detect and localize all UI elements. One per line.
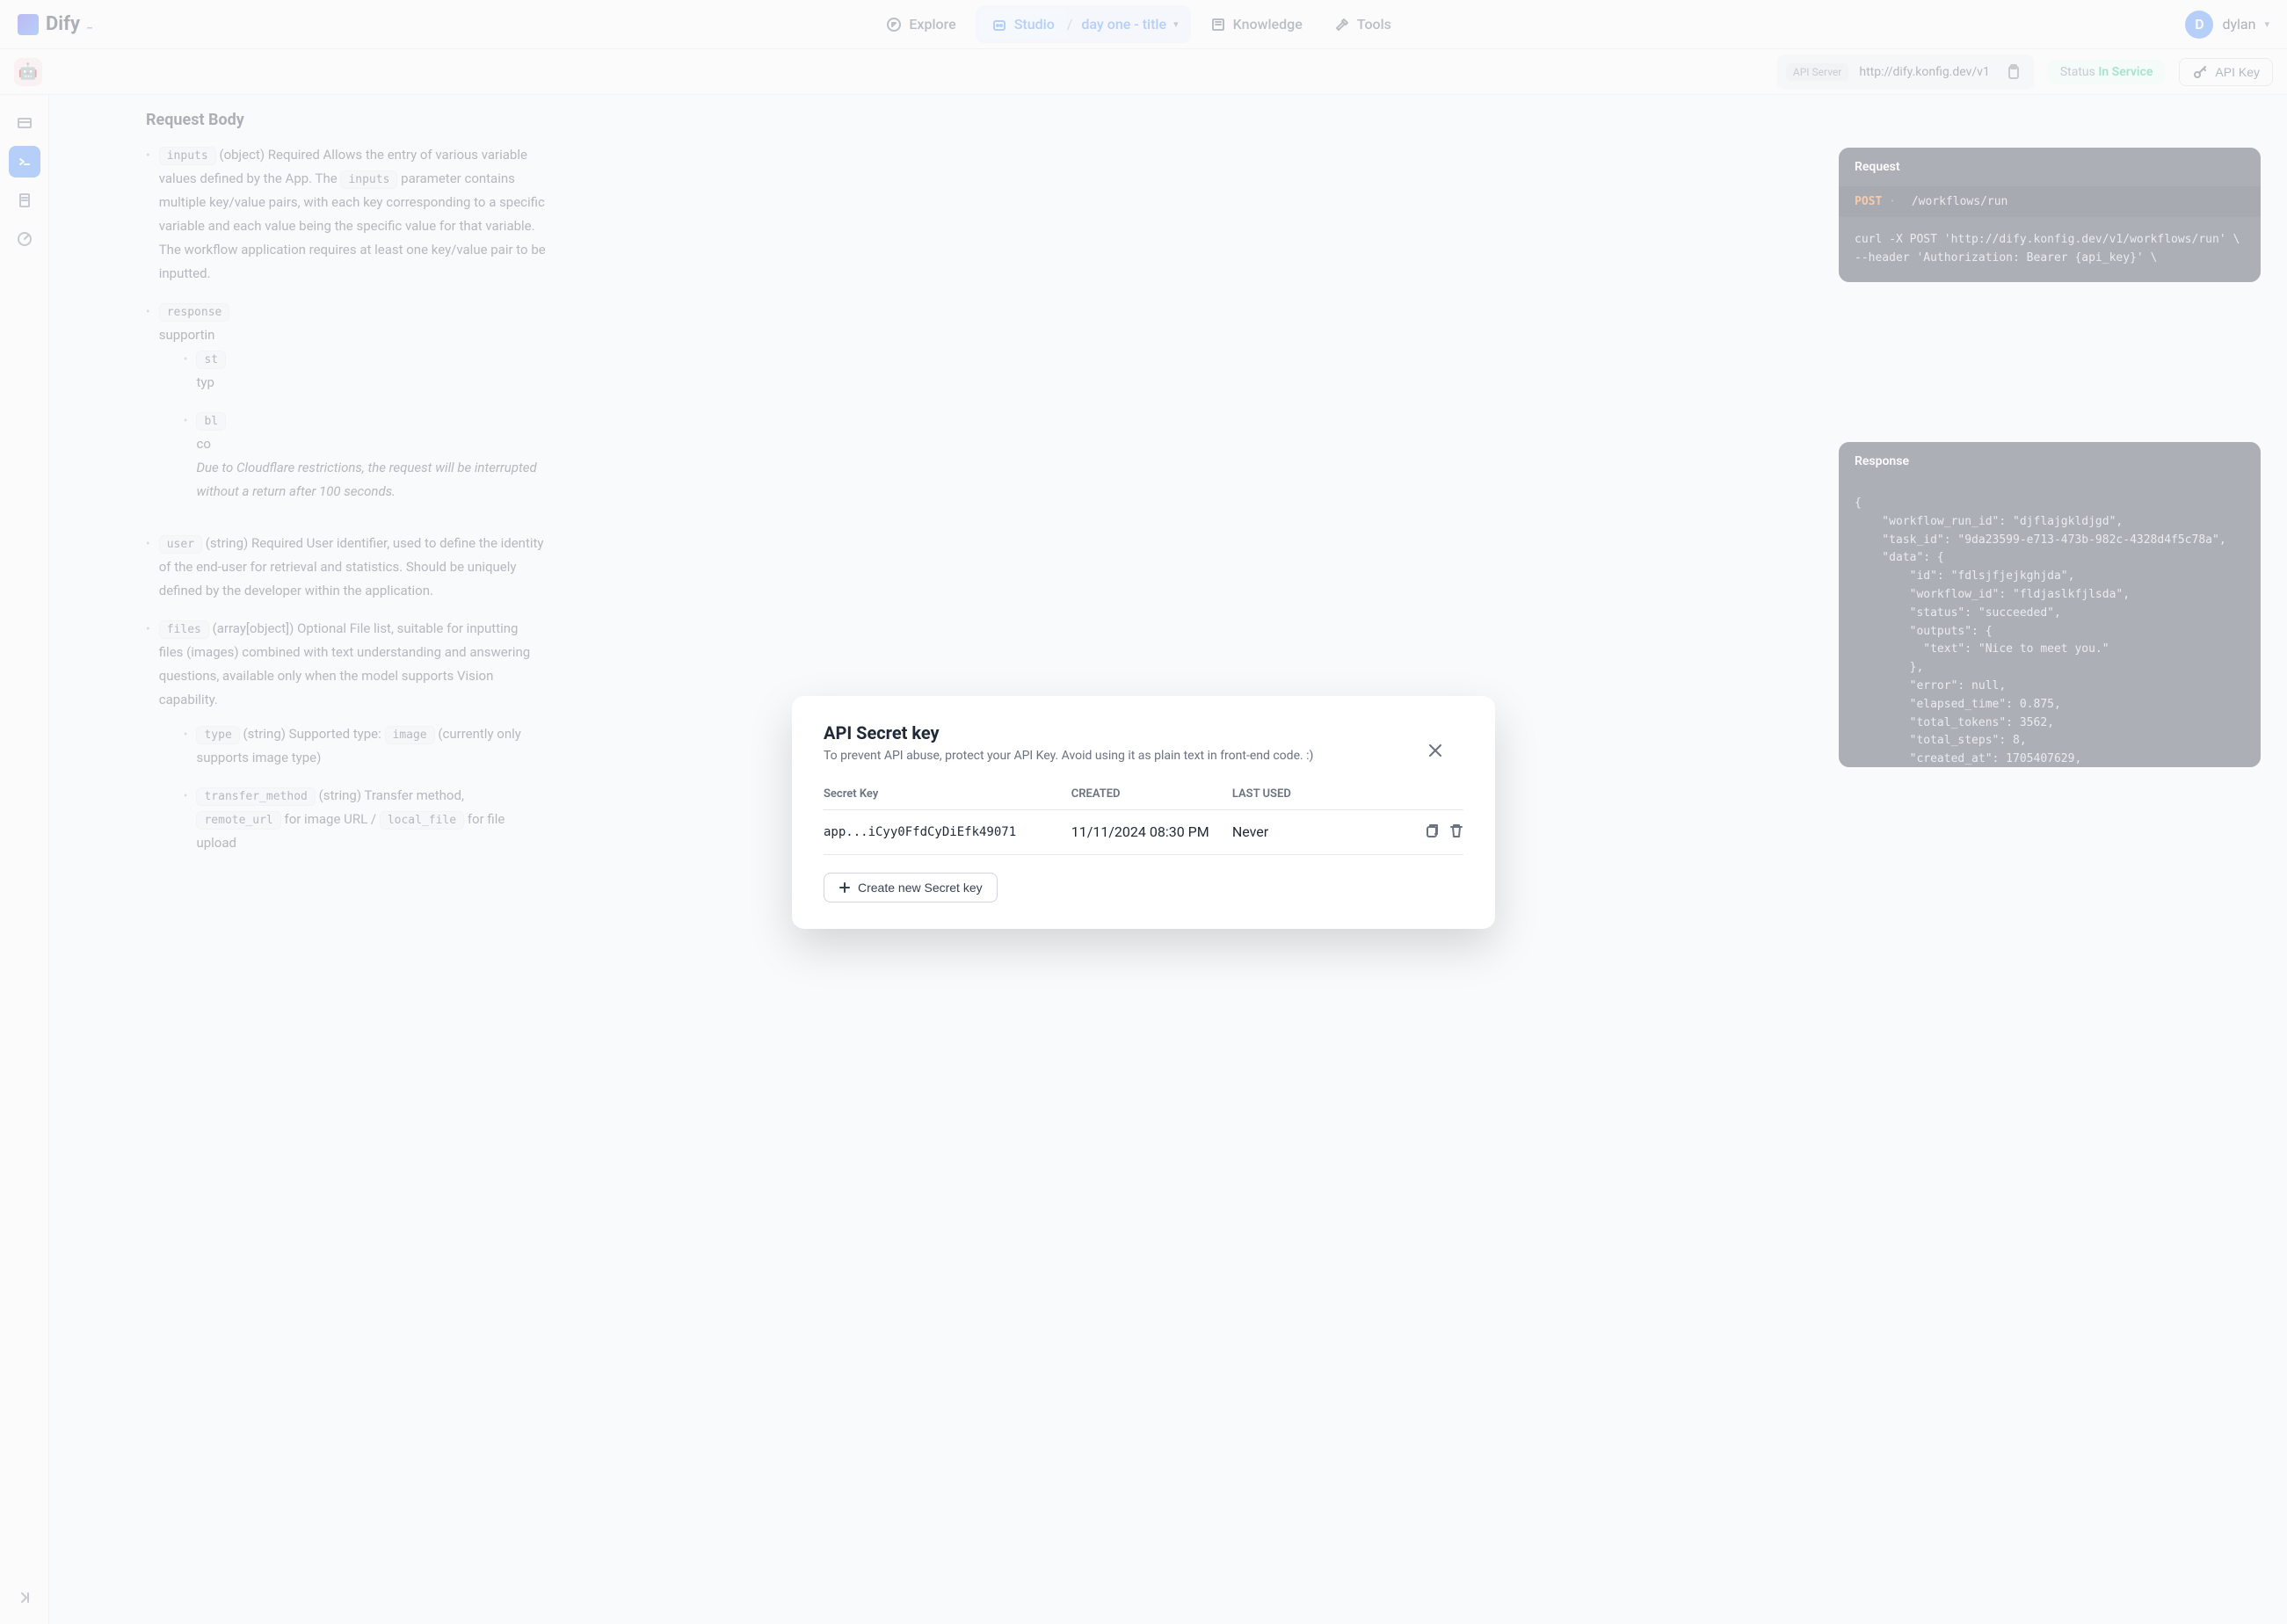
table-row: Secret Key CREATED LAST USED: [824, 779, 1463, 810]
delete-key-button[interactable]: [1448, 823, 1463, 842]
table-row: app...iCyy0FfdCyDiEfk49071 11/11/2024 08…: [824, 810, 1463, 855]
col-created: CREATED: [1071, 787, 1232, 801]
modal-overlay[interactable]: API Secret key To prevent API abuse, pro…: [0, 0, 2287, 1624]
create-key-button[interactable]: Create new Secret key: [824, 873, 998, 903]
trash-icon: [1448, 823, 1463, 838]
plus-icon: [839, 881, 851, 894]
copy-icon: [1423, 823, 1439, 838]
close-icon: [1427, 742, 1444, 759]
col-last: LAST USED: [1232, 787, 1393, 801]
col-secret: Secret Key: [824, 787, 1071, 801]
api-key-modal: API Secret key To prevent API abuse, pro…: [792, 696, 1495, 929]
close-button[interactable]: [1427, 742, 1444, 765]
copy-key-button[interactable]: [1423, 823, 1439, 842]
secret-key-value: app...iCyy0FfdCyDiEfk49071: [824, 825, 1071, 839]
key-table: Secret Key CREATED LAST USED app...iCyy0…: [824, 779, 1463, 855]
modal-subtitle: To prevent API abuse, protect your API K…: [824, 749, 1463, 763]
modal-title: API Secret key: [824, 722, 1463, 743]
last-used-value: Never: [1232, 823, 1393, 840]
created-value: 11/11/2024 08:30 PM: [1071, 823, 1232, 840]
